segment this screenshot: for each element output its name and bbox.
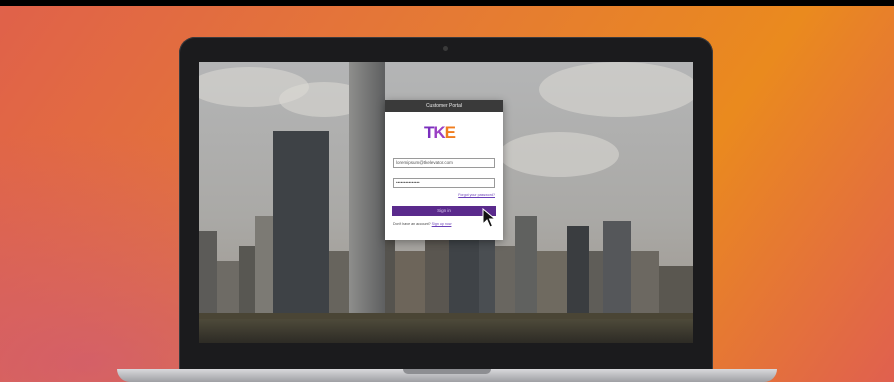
forgot-password-link[interactable]: Forgot your password? [458, 193, 495, 197]
no-account-label: Don't have an account? [393, 222, 431, 226]
building [603, 221, 631, 321]
building [217, 261, 239, 321]
mouse-cursor-icon [482, 208, 496, 228]
building [273, 131, 329, 321]
logo-letter: K [433, 123, 445, 142]
dialog-title: Customer Portal [385, 100, 503, 112]
top-bar [0, 0, 894, 6]
logo-letter: E [444, 123, 456, 142]
building [589, 251, 603, 321]
sign-in-button[interactable]: Sign in [392, 206, 496, 216]
laptop: Customer Portal TKE loremipsum@tkelevato… [179, 37, 713, 373]
tke-logo: TKE [424, 123, 456, 142]
river [199, 319, 693, 343]
building [537, 251, 567, 321]
building [395, 251, 425, 321]
cloud [539, 62, 693, 117]
camera-icon [443, 46, 448, 51]
building [199, 231, 217, 321]
laptop-screen: Customer Portal TKE loremipsum@tkelevato… [199, 62, 693, 343]
building [567, 226, 589, 321]
logo-letter: T [424, 123, 434, 142]
building [349, 62, 385, 321]
building [329, 251, 349, 321]
cloud [499, 132, 619, 177]
email-field[interactable]: loremipsum@tkelevator.com [393, 158, 495, 168]
building [495, 246, 515, 321]
building [239, 246, 255, 321]
building [631, 251, 659, 321]
building [255, 216, 273, 321]
password-field[interactable]: ••••••••••••••• [393, 178, 495, 188]
no-account-text: Don't have an account? Sign up now [393, 222, 451, 226]
laptop-base [117, 369, 777, 382]
building [385, 226, 395, 321]
laptop-notch [403, 369, 491, 374]
sign-up-link[interactable]: Sign up now [432, 222, 452, 226]
building [425, 236, 449, 321]
building [515, 216, 537, 321]
